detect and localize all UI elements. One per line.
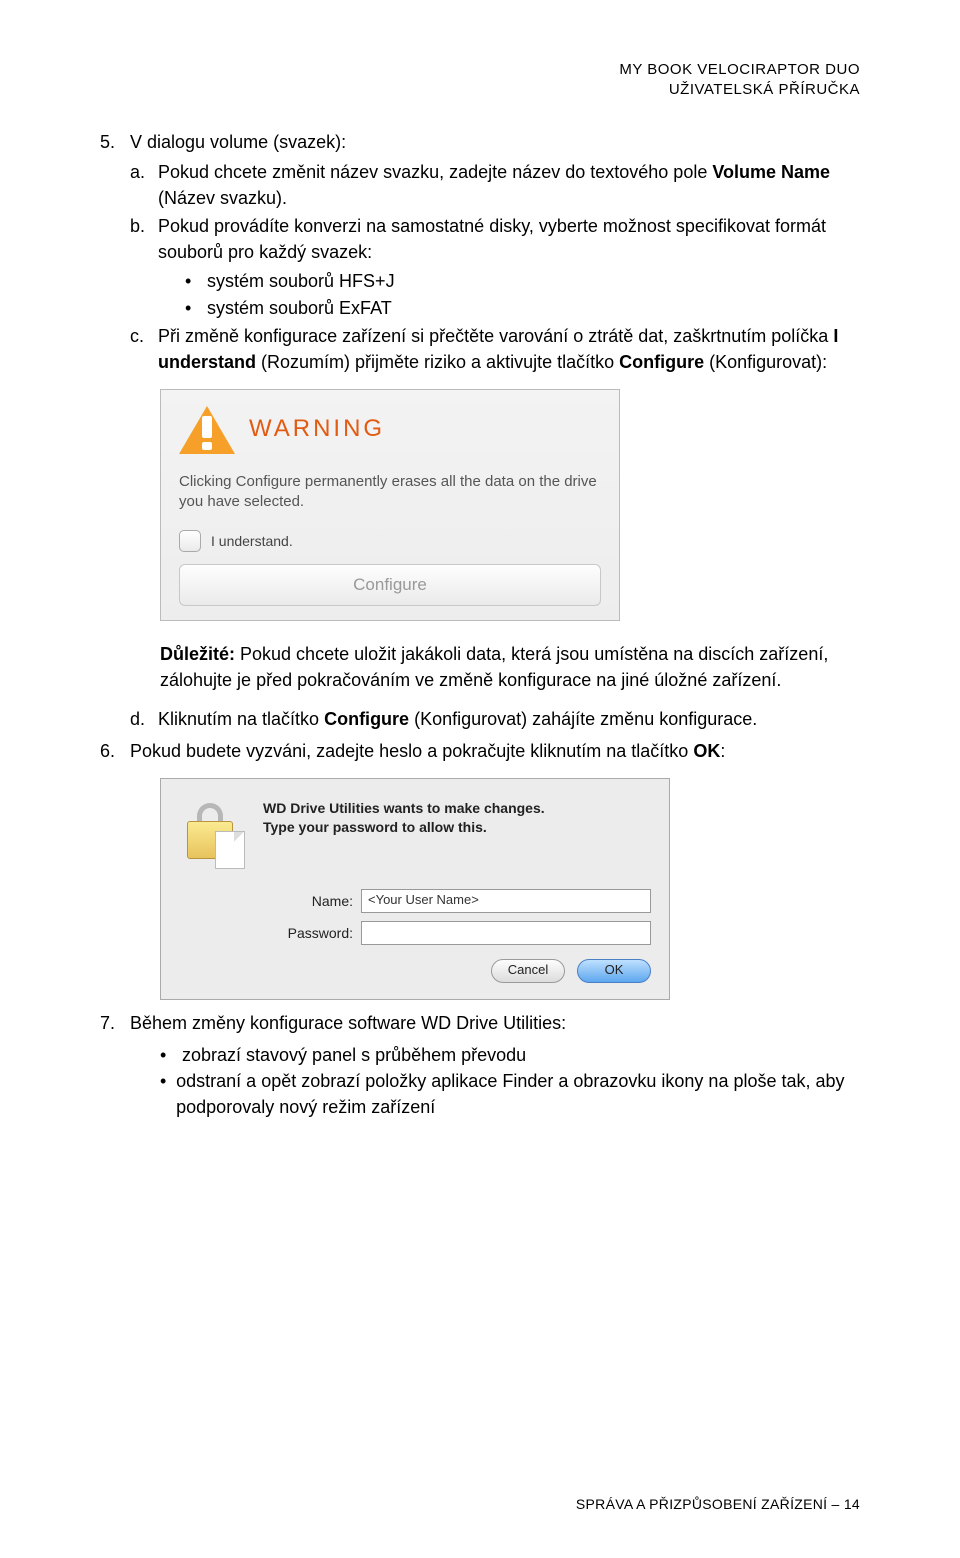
header-line2: UŽIVATELSKÁ PŘÍRUČKA — [100, 80, 860, 100]
understand-checkbox[interactable] — [179, 530, 201, 552]
step-5c-letter: c. — [130, 323, 158, 375]
step-5a-text: Pokud chcete změnit název svazku, zadejt… — [158, 159, 860, 211]
step-5d-text: Kliknutím na tlačítko Configure (Konfigu… — [158, 706, 860, 732]
step-7: 7. Během změny konfigurace software WD D… — [100, 1010, 860, 1036]
step-6: 6. Pokud budete vyzváni, zadejte heslo a… — [100, 738, 860, 764]
step-5c-text: Při změně konfigurace zařízení si přečtě… — [158, 323, 860, 375]
name-input[interactable]: <Your User Name> — [361, 889, 651, 913]
step-5a-letter: a. — [130, 159, 158, 211]
warning-text: Clicking Configure permanently erases al… — [161, 464, 619, 527]
step-5-number: 5. — [100, 129, 130, 155]
warning-dialog: WARNING Clicking Configure permanently e… — [160, 389, 620, 622]
page-footer: SPRÁVA A PŘIZPŮSOBENÍ ZAŘÍZENÍ – 14 — [576, 1496, 860, 1512]
step-7-bullets: •zobrazí stavový panel s průběhem převod… — [160, 1042, 860, 1120]
step-5c: c. Při změně konfigurace zařízení si pře… — [130, 323, 860, 375]
step-6-number: 6. — [100, 738, 130, 764]
bullet-item: •systém souborů ExFAT — [185, 295, 860, 321]
step-5-intro: V dialogu volume (svazek): — [130, 129, 860, 155]
header-line1: MY BOOK VELOCIRAPTOR DUO — [100, 60, 860, 80]
step-7-number: 7. — [100, 1010, 130, 1036]
step-5b-bullets: •systém souborů HFS+J •systém souborů Ex… — [185, 268, 860, 320]
password-input[interactable] — [361, 921, 651, 945]
password-field-row: Password: — [179, 921, 651, 945]
step-7-text: Během změny konfigurace software WD Driv… — [130, 1010, 860, 1036]
understand-row: I understand. — [179, 530, 601, 552]
step-5b-letter: b. — [130, 213, 158, 265]
lock-icon — [179, 799, 249, 869]
important-note: Důležité: Pokud chcete uložit jakákoli d… — [160, 641, 860, 693]
warning-title: WARNING — [249, 412, 385, 447]
bullet-item: •zobrazí stavový panel s průběhem převod… — [160, 1042, 860, 1068]
bullet-item: •systém souborů HFS+J — [185, 268, 860, 294]
auth-dialog: WD Drive Utilities wants to make changes… — [160, 778, 670, 1000]
step-5d: d. Kliknutím na tlačítko Configure (Konf… — [130, 706, 860, 732]
auth-message: WD Drive Utilities wants to make changes… — [263, 799, 545, 869]
step-5: 5. V dialogu volume (svazek): — [100, 129, 860, 155]
step-5d-letter: d. — [130, 706, 158, 732]
step-5b-text: Pokud provádíte konverzi na samostatné d… — [158, 213, 860, 265]
name-label: Name: — [263, 891, 353, 911]
page-content: 5. V dialogu volume (svazek): a. Pokud c… — [100, 129, 860, 1120]
step-6-text: Pokud budete vyzváni, zadejte heslo a po… — [130, 738, 860, 764]
ok-button[interactable]: OK — [577, 959, 651, 983]
password-label: Password: — [263, 923, 353, 943]
step-5b: b. Pokud provádíte konverzi na samostatn… — [130, 213, 860, 265]
understand-label: I understand. — [211, 531, 293, 551]
warning-icon — [179, 404, 235, 460]
configure-button[interactable]: Configure — [179, 564, 601, 606]
name-field-row: Name: <Your User Name> — [179, 889, 651, 913]
cancel-button[interactable]: Cancel — [491, 959, 565, 983]
step-5a: a. Pokud chcete změnit název svazku, zad… — [130, 159, 860, 211]
bullet-item: •odstraní a opět zobrazí položky aplikac… — [160, 1068, 860, 1120]
page-header: MY BOOK VELOCIRAPTOR DUO UŽIVATELSKÁ PŘÍ… — [100, 60, 860, 99]
